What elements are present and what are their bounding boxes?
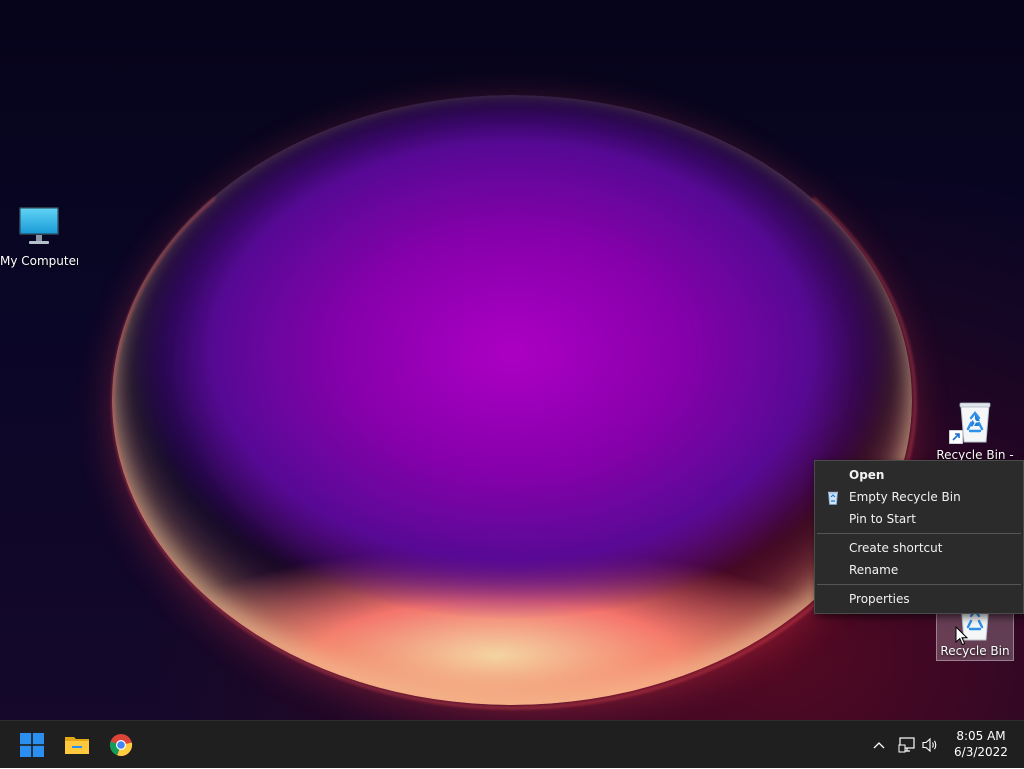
mouse-cursor-icon (955, 626, 969, 646)
desktop-icon-recycle-bin-shortcut[interactable]: Recycle Bin - (936, 398, 1014, 463)
desktop-icon-label: Recycle Bin (940, 644, 1010, 658)
volume-icon (922, 737, 937, 753)
start-button[interactable] (14, 727, 50, 763)
menu-item-open[interactable]: Open (815, 464, 1023, 486)
desktop[interactable]: My Computer Recycle Bin - Recycle Bin Op… (0, 0, 1024, 720)
network-button[interactable] (896, 721, 918, 769)
menu-item-label: Open (849, 468, 885, 482)
windows-logo-icon (20, 733, 44, 757)
taskbar-clock[interactable]: 8:05 AM 6/3/2022 (948, 728, 1014, 760)
recycle-bin-icon (949, 398, 999, 446)
menu-item-label: Empty Recycle Bin (849, 490, 961, 504)
menu-item-label: Pin to Start (849, 512, 916, 526)
menu-item-label: Properties (849, 592, 910, 606)
desktop-icon-my-computer[interactable]: My Computer (0, 204, 78, 269)
menu-separator (817, 533, 1021, 534)
menu-item-label: Rename (849, 563, 899, 577)
monitor-icon (15, 204, 63, 252)
clock-date: 6/3/2022 (954, 745, 1008, 759)
chrome-button[interactable] (103, 727, 139, 763)
menu-item-properties[interactable]: Properties (815, 588, 1023, 610)
shortcut-arrow-icon (949, 430, 963, 444)
menu-item-pin-to-start[interactable]: Pin to Start (815, 508, 1023, 530)
menu-item-label: Create shortcut (849, 541, 943, 555)
recycle-bin-icon (827, 490, 839, 505)
show-hidden-icons-button[interactable] (868, 721, 890, 769)
taskbar: 8:05 AM 6/3/2022 (0, 720, 1024, 768)
menu-item-empty-recycle-bin[interactable]: Empty Recycle Bin (815, 486, 1023, 508)
menu-item-create-shortcut[interactable]: Create shortcut (815, 537, 1023, 559)
folder-icon (65, 737, 89, 754)
file-explorer-button[interactable] (59, 727, 95, 763)
menu-item-rename[interactable]: Rename (815, 559, 1023, 581)
desktop-icon-label: My Computer (0, 254, 78, 268)
menu-separator (817, 584, 1021, 585)
volume-button[interactable] (920, 721, 942, 769)
chrome-icon (109, 734, 133, 757)
wallpaper-orb-rim (112, 95, 916, 709)
network-icon (898, 737, 915, 753)
clock-time: 8:05 AM (956, 729, 1006, 743)
context-menu: Open Empty Recycle Bin Pin to Start Crea… (814, 460, 1024, 614)
chevron-up-icon (873, 742, 885, 749)
